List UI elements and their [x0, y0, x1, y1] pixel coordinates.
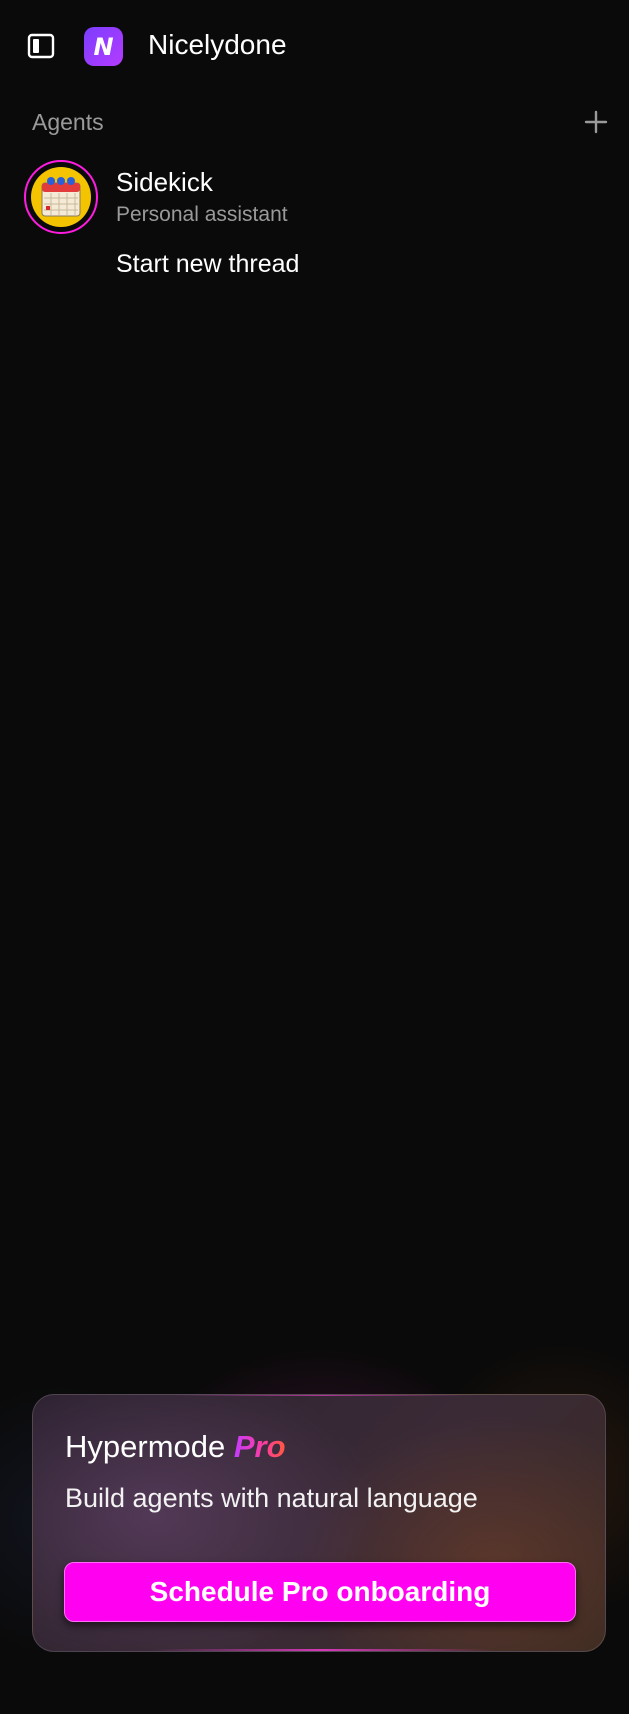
plus-icon [584, 110, 608, 134]
pro-upsell-card: Hypermode Pro Build agents with natural … [32, 1394, 606, 1652]
schedule-pro-onboarding-button[interactable]: Schedule Pro onboarding [64, 1562, 576, 1622]
agents-section-label: Agents [32, 109, 104, 135]
pro-card-title-text: Hypermode [65, 1429, 226, 1464]
top-bar: N Nicelydone [0, 0, 629, 92]
avatar [31, 167, 91, 227]
agent-avatar-ring [24, 160, 98, 234]
agent-subtitle: Personal assistant [116, 203, 288, 226]
start-new-thread-link[interactable]: Start new thread [116, 250, 299, 279]
logo-letter: N [93, 32, 114, 61]
sidebar-toggle-button[interactable] [26, 31, 56, 61]
app-title: Nicelydone [148, 29, 287, 60]
agent-item-sidekick[interactable]: Sidekick Personal assistant [24, 160, 604, 240]
sidebar-toggle-icon [27, 33, 55, 59]
calendar-icon [41, 177, 81, 217]
app-logo[interactable]: N [84, 27, 123, 66]
add-agent-button[interactable] [580, 106, 612, 138]
pro-card-title-suffix: Pro [233, 1429, 286, 1464]
pro-card-title: Hypermode Pro [65, 1429, 286, 1465]
agent-name: Sidekick [116, 167, 213, 197]
agents-section-header: Agents [32, 106, 612, 140]
pro-card-description: Build agents with natural language [65, 1483, 478, 1513]
